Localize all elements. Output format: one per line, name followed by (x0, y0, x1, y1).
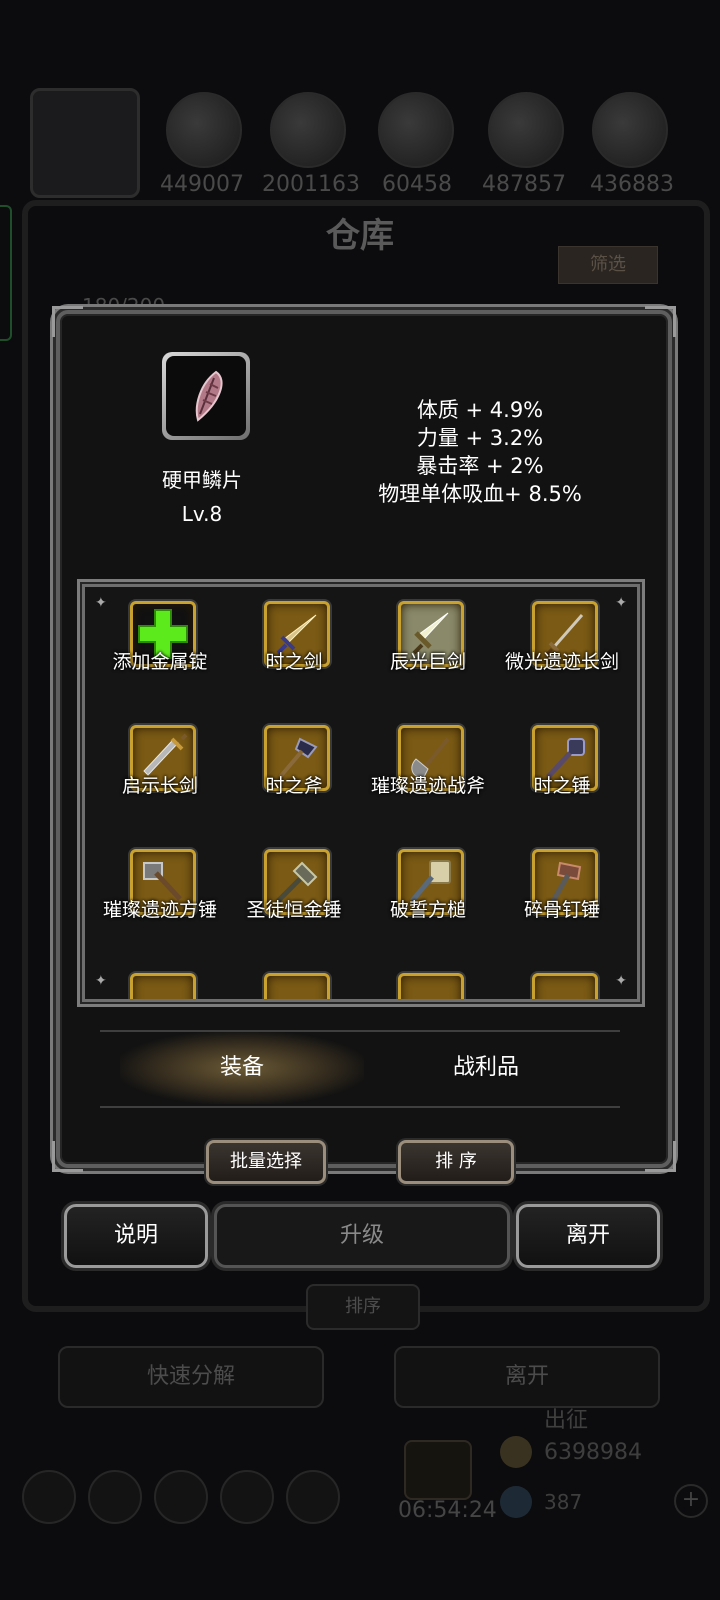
item-stats: 体质 + 4.9% 力量 + 3.2% 暴击率 + 2% 物理单体吸血+ 8.5… (340, 396, 620, 508)
item-label: 时之剑 (265, 651, 323, 673)
coin-icon (500, 1436, 532, 1468)
tab-loot[interactable]: 战利品 (364, 1032, 608, 1104)
slot-frame (130, 973, 196, 999)
stat-line: 体质 + 4.9% (416, 398, 544, 422)
tab-equipment[interactable]: 装备 (120, 1032, 364, 1104)
dock-icon (154, 1470, 208, 1524)
item-level: Lv.8 (181, 502, 223, 526)
sort-button[interactable]: 排 序 (398, 1140, 514, 1184)
tab-divider (100, 1106, 620, 1108)
resource-value: 60458 (382, 172, 452, 197)
batch-select-button[interactable]: 批量选择 (206, 1140, 326, 1184)
tab-bar: 装备 战利品 (120, 1032, 608, 1104)
dock-icon (220, 1470, 274, 1524)
frame-corner (645, 306, 676, 337)
slot-frame (532, 973, 598, 999)
leave-button[interactable]: 离开 (516, 1204, 660, 1268)
resource-value: 436883 (590, 172, 674, 197)
filter-button: 筛选 (558, 246, 658, 284)
gem-icon (500, 1486, 532, 1518)
coin-count: 6398984 (544, 1440, 642, 1465)
frame-corner (52, 1141, 83, 1172)
grid-cell-add-ingot[interactable]: 添加金属锭 (93, 601, 227, 727)
grid-cell-item[interactable] (93, 973, 227, 999)
info-button[interactable]: 说明 (64, 1204, 208, 1268)
item-label: 启示长剑 (121, 775, 198, 797)
item-name: 硬甲鳞片 (162, 468, 242, 492)
selected-item-slot[interactable] (162, 352, 250, 440)
item-label: 碎骨钉锤 (523, 899, 600, 921)
timer-text: 06:54:24 (398, 1498, 497, 1523)
resource-icon-1 (166, 92, 242, 168)
item-label: 璀璨遗迹方锤 (102, 899, 217, 921)
item-label: 添加金属锭 (112, 651, 208, 673)
plus-icon: + (674, 1484, 708, 1518)
frame-corner (52, 306, 83, 337)
slot-frame (398, 973, 464, 999)
material-grid-panel[interactable]: ✦ ✦ ✦ ✦ 添加金属锭 时之剑 辰光巨剑 微光遗迹长剑 启示长剑 时之斧 璀… (82, 584, 640, 1002)
gem-count: 387 (544, 1490, 583, 1514)
resource-value: 449007 (160, 172, 244, 197)
item-label: 圣徒恒金锤 (246, 899, 342, 921)
resource-icon-2 (270, 92, 346, 168)
item-label: 时之锤 (533, 775, 591, 797)
grid-cell-item[interactable]: 圣徒恒金锤 (227, 849, 361, 975)
quick-decompose-button: 快速分解 (58, 1346, 324, 1408)
sortie-label: 出征 (544, 1408, 589, 1433)
grid-cell-item[interactable]: 时之剑 (227, 601, 361, 727)
feather-scale-icon (195, 370, 223, 422)
grid-cell-item[interactable] (227, 973, 361, 999)
grid-cell-item[interactable]: 璀璨遗迹方锤 (93, 849, 227, 975)
resource-icon-4 (488, 92, 564, 168)
resource-icon-5 (592, 92, 668, 168)
stat-line: 暴击率 + 2% (416, 454, 544, 478)
item-label: 时之斧 (265, 775, 323, 797)
hero-portrait (30, 88, 140, 198)
resource-value: 487857 (482, 172, 566, 197)
item-label: 璀璨遗迹战斧 (370, 775, 485, 797)
grid-cell-item[interactable]: 辰光巨剑 (361, 601, 495, 727)
grid-cell-item[interactable]: 碎骨钉锤 (495, 849, 629, 975)
stat-line: 力量 + 3.2% (416, 426, 544, 450)
resource-icon-3 (378, 92, 454, 168)
resource-value: 2001163 (262, 172, 360, 197)
upgrade-button[interactable]: 升级 (214, 1204, 510, 1268)
grid-cell-item[interactable]: 璀璨遗迹战斧 (361, 725, 495, 851)
grid-cell-item[interactable]: 时之锤 (495, 725, 629, 851)
item-label: 微光遗迹长剑 (504, 651, 619, 673)
bg-leave-button: 离开 (394, 1346, 660, 1408)
grid-cell-item[interactable] (361, 973, 495, 999)
grid-cell-item[interactable]: 时之斧 (227, 725, 361, 851)
grid-cell-item[interactable]: 微光遗迹长剑 (495, 601, 629, 727)
bg-sort-button: 排序 (306, 1284, 420, 1330)
grid-cell-item[interactable] (495, 973, 629, 999)
grid-cell-item[interactable]: 启示长剑 (93, 725, 227, 851)
dock-icon (286, 1470, 340, 1524)
chest-icon (404, 1440, 472, 1500)
dock-icon (22, 1470, 76, 1524)
item-label: 破誓方槌 (389, 899, 466, 921)
stat-line: 物理单体吸血+ 8.5% (378, 482, 582, 506)
frame-corner (645, 1141, 676, 1172)
slot-frame (264, 973, 330, 999)
grid-cell-item[interactable]: 破誓方槌 (361, 849, 495, 975)
item-label: 辰光巨剑 (389, 651, 466, 673)
dock-icon (88, 1470, 142, 1524)
